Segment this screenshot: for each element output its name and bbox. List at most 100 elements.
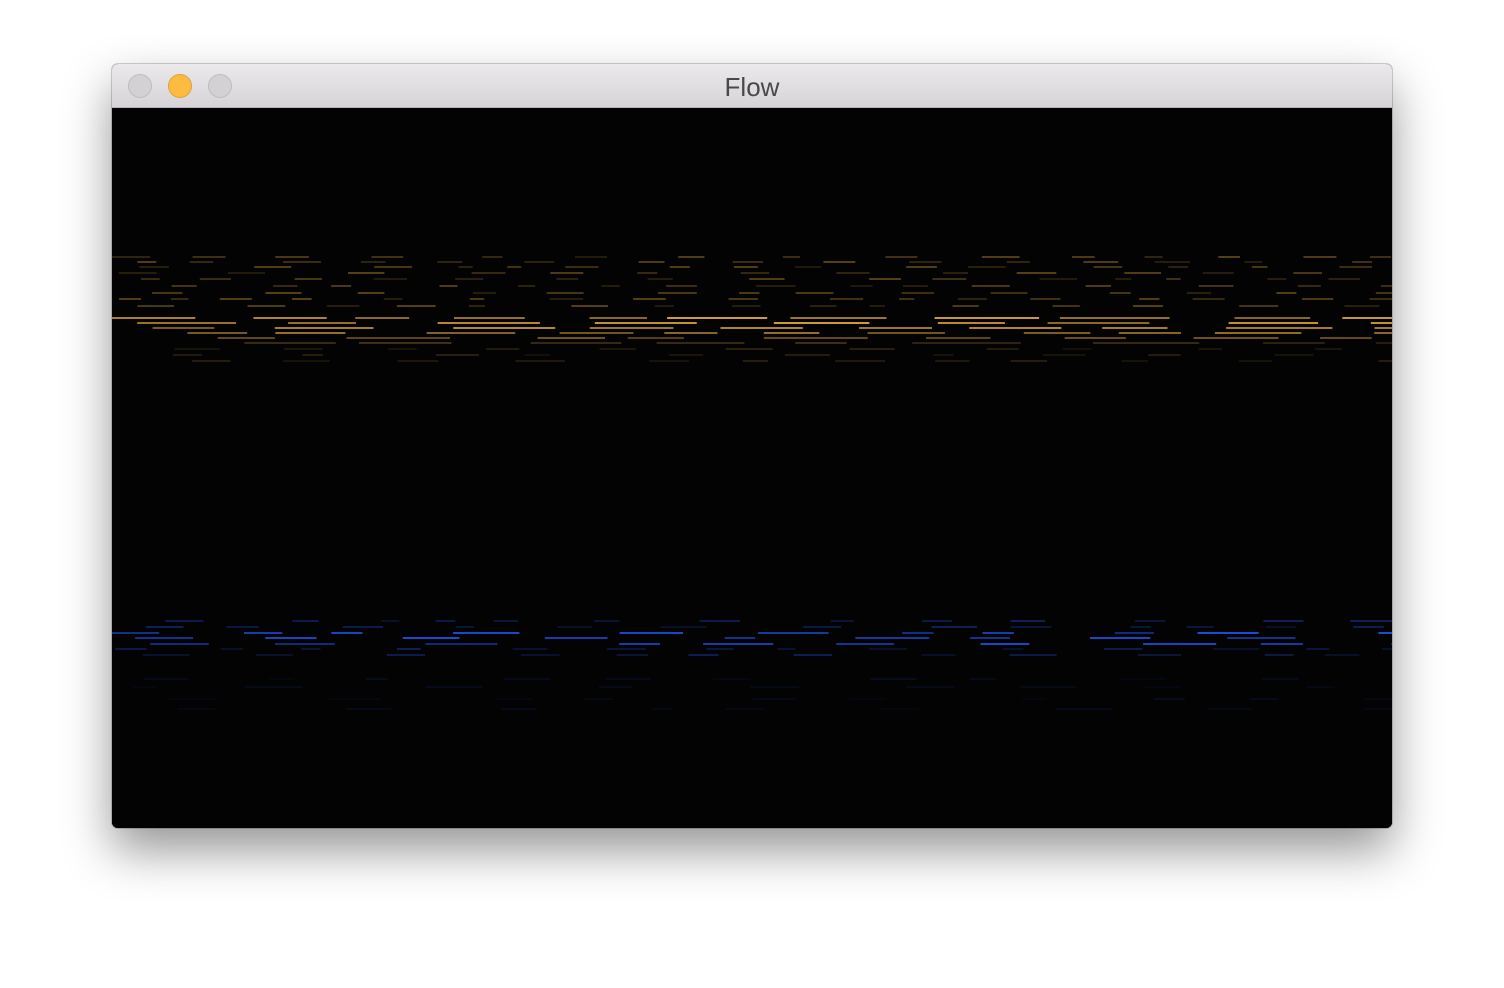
upper-band-streak bbox=[283, 360, 330, 362]
lower-band-streak bbox=[1055, 708, 1112, 710]
lower-band-streak bbox=[584, 698, 614, 700]
upper-band-streak bbox=[1039, 278, 1077, 280]
upper-band-streak bbox=[346, 337, 450, 339]
upper-band-streak bbox=[899, 298, 915, 300]
lower-band-streak bbox=[619, 643, 661, 645]
lower-band-streak bbox=[1010, 626, 1052, 628]
lower-band-streak bbox=[1197, 632, 1259, 634]
upper-band-streak bbox=[943, 272, 968, 274]
upper-band-streak bbox=[1059, 317, 1170, 319]
upper-band-streak bbox=[589, 317, 647, 319]
upper-band-streak bbox=[952, 305, 979, 307]
lower-band-streak bbox=[503, 678, 550, 680]
upper-band-streak bbox=[968, 266, 1006, 268]
lower-band-streak bbox=[724, 637, 756, 639]
flow-canvas[interactable] bbox=[112, 108, 1392, 828]
upper-band-streak bbox=[633, 298, 666, 300]
upper-band-streak bbox=[435, 354, 479, 356]
upper-band-streak bbox=[331, 285, 352, 287]
lower-band-streak bbox=[1227, 637, 1296, 639]
lower-band-streak bbox=[331, 632, 363, 634]
lower-band-streak bbox=[226, 626, 259, 628]
lower-band-streak bbox=[1114, 632, 1154, 634]
upper-band-streak bbox=[486, 348, 520, 350]
lower-band-streak bbox=[921, 654, 956, 656]
upper-band-streak bbox=[986, 348, 1019, 350]
upper-band-streak bbox=[981, 256, 1020, 258]
lower-band-streak bbox=[328, 698, 381, 700]
lower-band-streak bbox=[594, 620, 620, 622]
upper-band-streak bbox=[1102, 327, 1168, 329]
upper-band-streak bbox=[139, 266, 169, 268]
upper-band-streak bbox=[1118, 332, 1181, 334]
lower-band-streak bbox=[870, 678, 917, 680]
upper-band-streak bbox=[638, 261, 665, 263]
upper-band-streak bbox=[1244, 261, 1263, 263]
lower-band-streak bbox=[606, 678, 651, 680]
upper-band-streak bbox=[1293, 272, 1322, 274]
lower-band-streak bbox=[1002, 648, 1024, 650]
upper-band-streak bbox=[172, 354, 202, 356]
upper-band-streak bbox=[1274, 354, 1314, 356]
upper-band-streak bbox=[1320, 337, 1372, 339]
upper-band-streak bbox=[740, 272, 770, 274]
lower-band-streak bbox=[970, 678, 996, 680]
upper-band-streak bbox=[903, 285, 928, 287]
lower-band-streak bbox=[980, 643, 1030, 645]
upper-band-streak bbox=[794, 266, 822, 268]
upper-band-streak bbox=[599, 348, 636, 350]
title-bar[interactable]: Flow bbox=[112, 64, 1392, 108]
lower-band-streak bbox=[244, 686, 303, 688]
upper-band-streak bbox=[437, 261, 463, 263]
lower-band-streak bbox=[793, 654, 832, 656]
upper-band-streak bbox=[1023, 332, 1091, 334]
lower-band-streak bbox=[752, 698, 796, 700]
upper-band-streak bbox=[1083, 261, 1119, 263]
upper-band-streak bbox=[1370, 322, 1392, 324]
lower-band-streak bbox=[749, 686, 799, 688]
lower-band-streak bbox=[906, 686, 955, 688]
upper-band-streak bbox=[1047, 322, 1150, 324]
upper-band-streak bbox=[1042, 354, 1086, 356]
upper-band-streak bbox=[284, 348, 323, 350]
flow-window: Flow bbox=[112, 64, 1392, 828]
upper-band-streak bbox=[453, 327, 556, 329]
lower-band-streak bbox=[557, 626, 593, 628]
lower-band-streak bbox=[244, 632, 283, 634]
upper-band-streak bbox=[1375, 342, 1392, 344]
lower-band-streak bbox=[931, 626, 977, 628]
lower-band-streak bbox=[1391, 643, 1392, 645]
upper-band-streak bbox=[439, 285, 458, 287]
upper-band-streak bbox=[151, 292, 183, 294]
upper-band-streak bbox=[537, 337, 605, 339]
lower-band-streak bbox=[1130, 626, 1152, 628]
upper-band-streak bbox=[458, 266, 473, 268]
upper-band-streak bbox=[1226, 327, 1333, 329]
lower-band-streak bbox=[381, 620, 400, 622]
upper-band-streak bbox=[556, 278, 579, 280]
upper-band-streak bbox=[725, 348, 773, 350]
lower-band-streak bbox=[150, 643, 209, 645]
upper-band-streak bbox=[426, 332, 516, 334]
upper-band-streak bbox=[969, 327, 1062, 329]
upper-band-streak bbox=[1303, 256, 1337, 258]
upper-band-streak bbox=[559, 332, 634, 334]
upper-band-streak bbox=[1344, 305, 1380, 307]
upper-band-streak bbox=[1193, 337, 1279, 339]
upper-band-streak bbox=[388, 348, 417, 350]
lower-band-streak bbox=[397, 648, 421, 650]
upper-band-streak bbox=[678, 256, 705, 258]
upper-band-streak bbox=[1192, 298, 1225, 300]
lower-band-streak bbox=[1090, 637, 1151, 639]
upper-band-streak bbox=[1148, 354, 1181, 356]
upper-band-streak bbox=[1133, 305, 1163, 307]
lower-band-streak bbox=[777, 648, 796, 650]
lower-band-streak bbox=[712, 678, 751, 680]
lower-band-streak bbox=[1104, 648, 1143, 650]
upper-band-streak bbox=[1218, 256, 1240, 258]
lower-band-streak bbox=[869, 648, 907, 650]
upper-band-streak bbox=[302, 354, 323, 356]
upper-band-streak bbox=[1030, 298, 1061, 300]
lower-band-streak bbox=[301, 648, 321, 650]
lower-band-streak bbox=[1350, 620, 1392, 622]
